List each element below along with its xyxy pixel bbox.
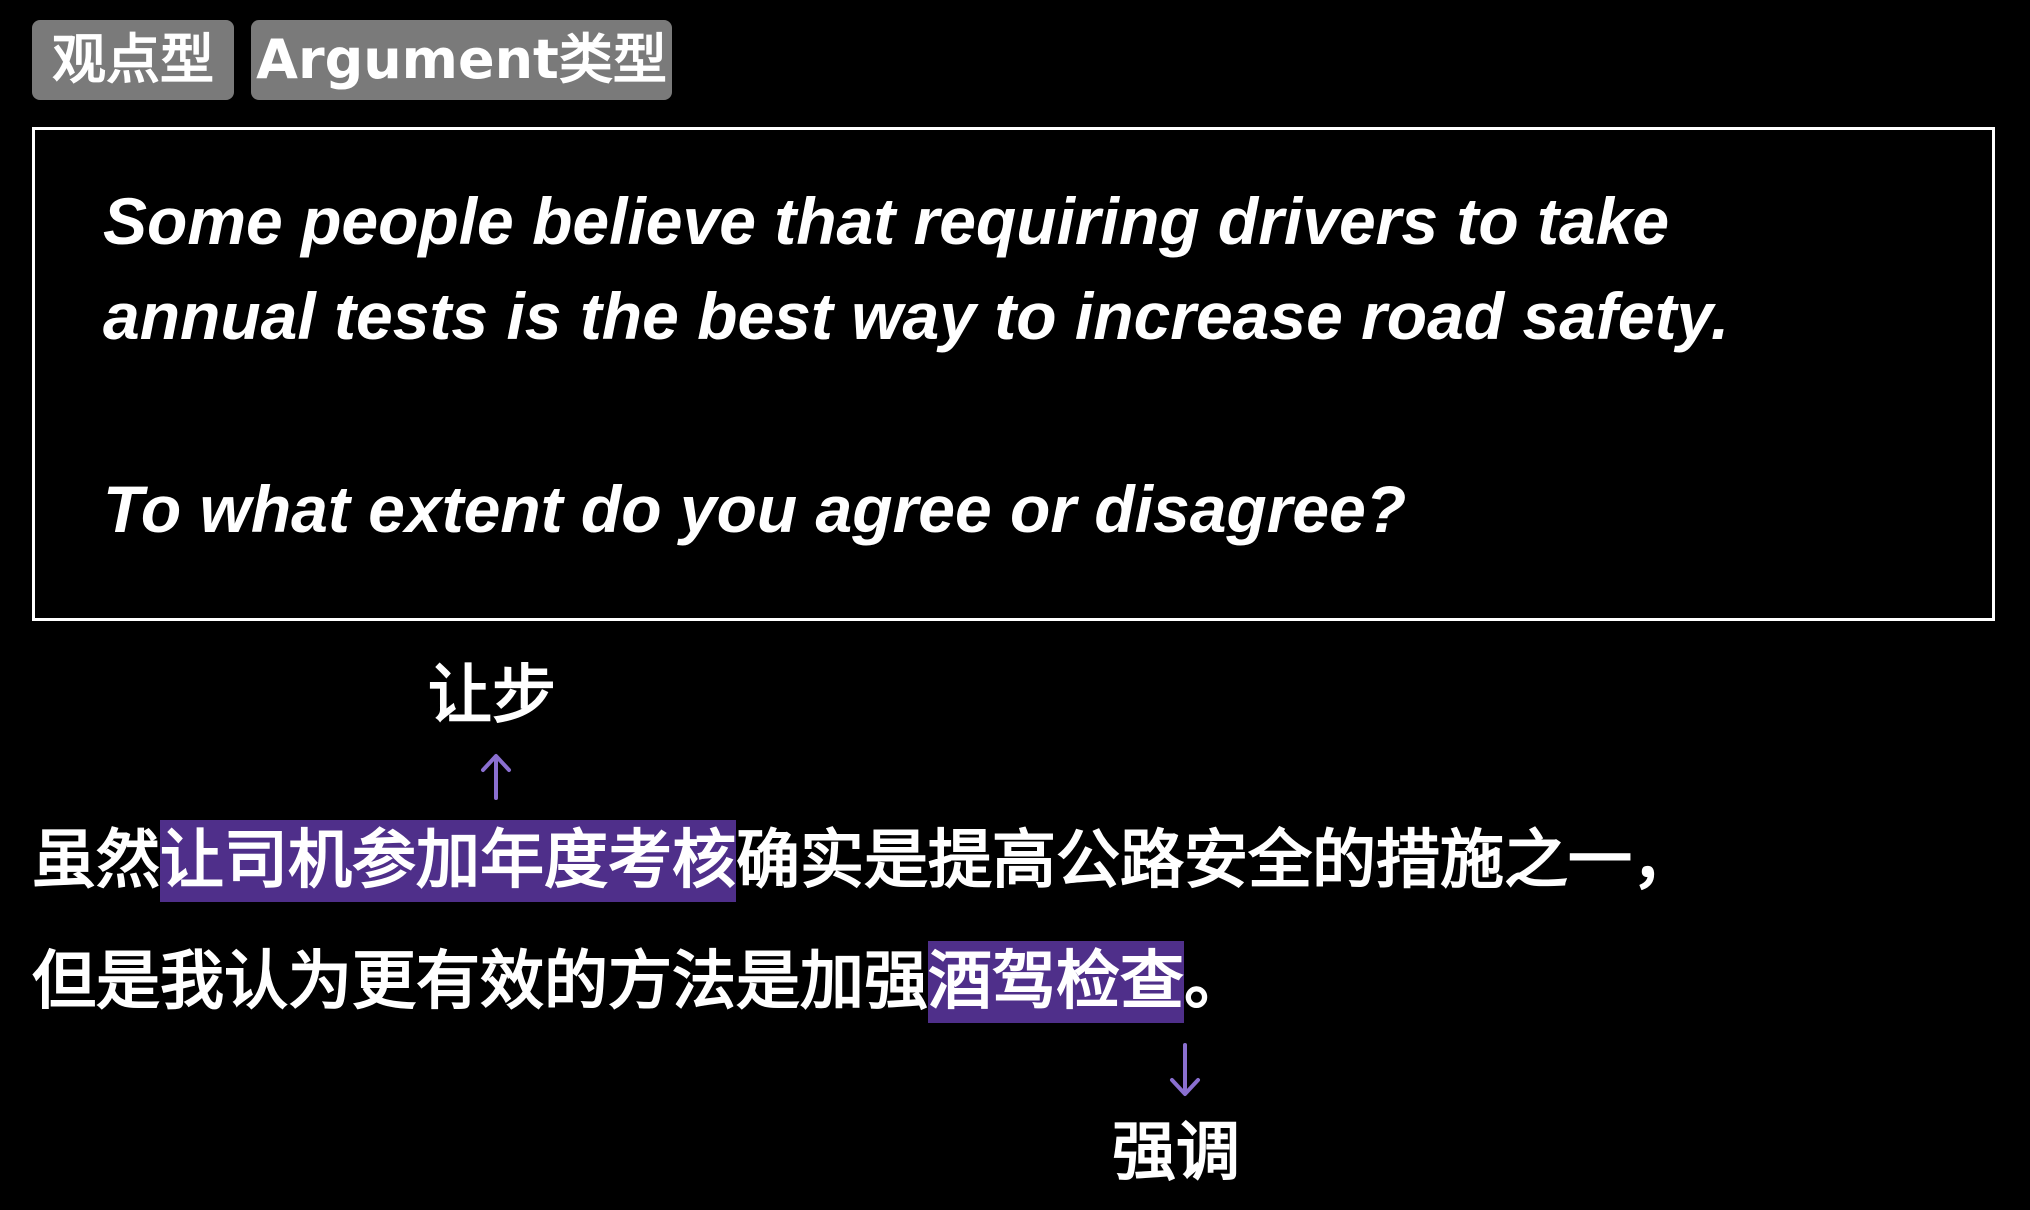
answer-line-1-post: 确实是提高公路安全的措施之一， — [736, 824, 1696, 898]
answer-line-2: 但是我认为更有效的方法是加强酒驾检查。 — [32, 934, 1248, 1030]
question-line-1: Some people believe that requiring drive… — [103, 184, 1670, 258]
answer-line-2-post: 。 — [1184, 945, 1248, 1019]
highlight-emphasis: 酒驾检查 — [928, 941, 1184, 1023]
answer-line-2-pre: 但是我认为更有效的方法是加强 — [32, 945, 928, 1019]
emphasis-label: 强调 — [1112, 1116, 1240, 1190]
answer-line-1-pre: 虽然 — [32, 824, 160, 898]
answer-line-1: 虽然让司机参加年度考核确实是提高公路安全的措施之一， — [32, 813, 1696, 909]
concession-label: 让步 — [428, 659, 556, 733]
question-box: Some people believe that requiring drive… — [32, 127, 1995, 621]
tag-argument-type: Argument类型 — [251, 20, 672, 100]
highlight-concession: 让司机参加年度考核 — [160, 820, 736, 902]
arrow-up-icon — [481, 754, 511, 800]
question-line-2: annual tests is the best way to increase… — [103, 279, 1730, 353]
tag-opinion-type: 观点型 — [32, 20, 234, 100]
question-line-3: To what extent do you agree or disagree? — [103, 472, 1407, 546]
arrow-down-icon — [1170, 1043, 1200, 1096]
